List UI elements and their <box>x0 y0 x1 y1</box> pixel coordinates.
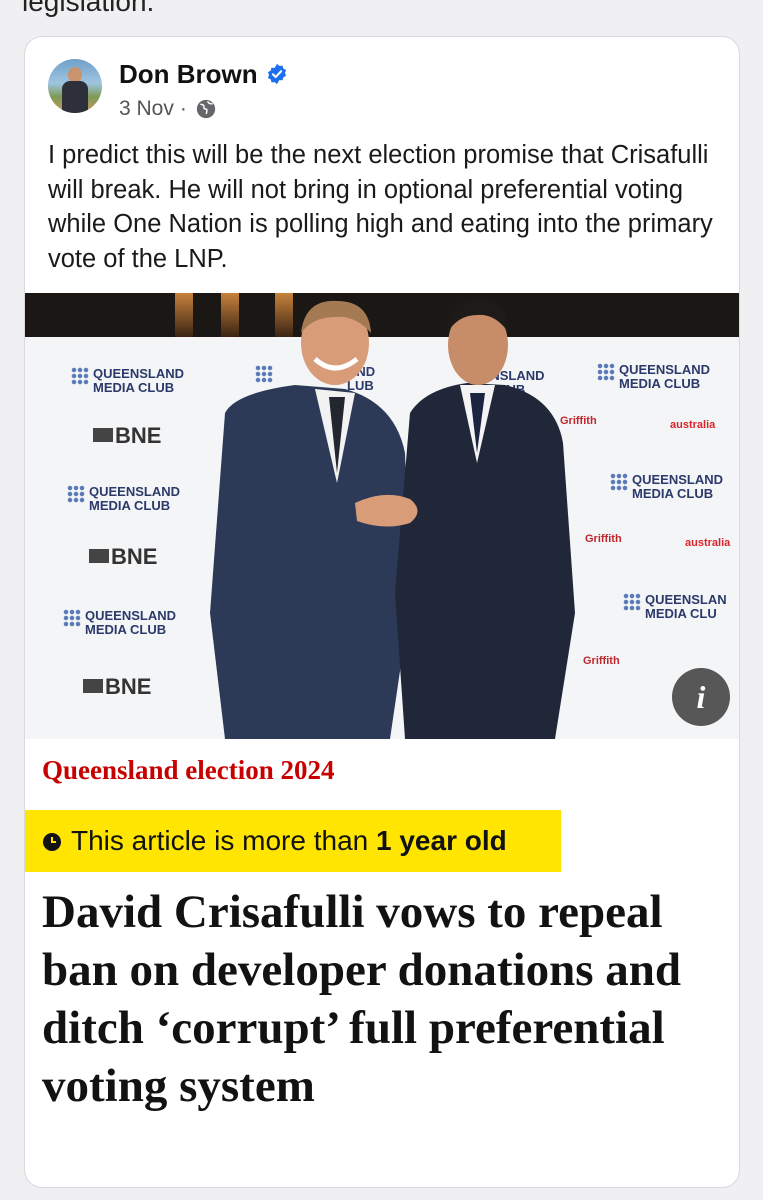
queensland-media-club-logo: QUEENSLAND MEDIA CLUB <box>610 473 723 501</box>
post-meta: 3 Nov · <box>119 97 217 121</box>
author-name[interactable]: Don Brown <box>119 59 258 89</box>
queensland-media-club-logo: QUEENSLAND MEDIA CLUB <box>63 609 176 637</box>
clock-icon <box>43 833 61 851</box>
article-headline[interactable]: David Crisafulli vows to repeal ban on d… <box>42 883 732 1115</box>
previous-post-text-fragment: legislation. <box>22 0 155 17</box>
globe-icon[interactable] <box>195 98 217 120</box>
queensland-media-club-logo-partial: QUEENSLAN MEDIA CLU <box>623 593 727 621</box>
griffith-university-logo: Griffith <box>585 533 622 545</box>
post-body-text: I predict this will be the next election… <box>48 141 713 273</box>
virgin-australia-logo: australia <box>685 537 731 549</box>
queensland-media-club-logo: QUEENSLAND MEDIA CLUB <box>597 363 710 391</box>
griffith-university-logo: Griffith <box>583 655 620 667</box>
verified-badge-icon <box>267 63 286 85</box>
meta-separator: · <box>179 97 187 120</box>
queensland-media-club-logo: QUEENSLAND MEDIA CLUB <box>67 485 180 513</box>
info-icon[interactable]: i <box>672 668 730 726</box>
article-kicker[interactable]: Queensland election 2024 <box>42 755 335 786</box>
age-badge-prefix: This article is more than <box>71 825 376 856</box>
article-photo[interactable]: QUEENSLAND MEDIA CLUB QUEENSLAND MEDIA CLU… <box>25 293 739 739</box>
bne-logo: BNE <box>93 423 161 449</box>
virgin-australia-logo: australia <box>670 419 716 431</box>
shared-post-card[interactable]: Don Brown 3 Nov · I predict this will be … <box>24 36 740 1188</box>
bne-logo: BNE <box>89 544 157 570</box>
avatar[interactable] <box>48 59 102 113</box>
article-age-badge: This article is more than 1 year old <box>25 810 561 872</box>
post-author[interactable]: Don Brown <box>119 59 288 90</box>
photo-subjects-handshake <box>210 299 575 739</box>
queensland-media-club-logo: QUEENSLAND MEDIA CLUB <box>71 367 184 395</box>
stage-light <box>175 293 193 337</box>
age-badge-value: 1 year old <box>376 825 507 856</box>
bne-logo: BNE <box>83 674 151 700</box>
post-date[interactable]: 3 Nov <box>119 97 174 120</box>
